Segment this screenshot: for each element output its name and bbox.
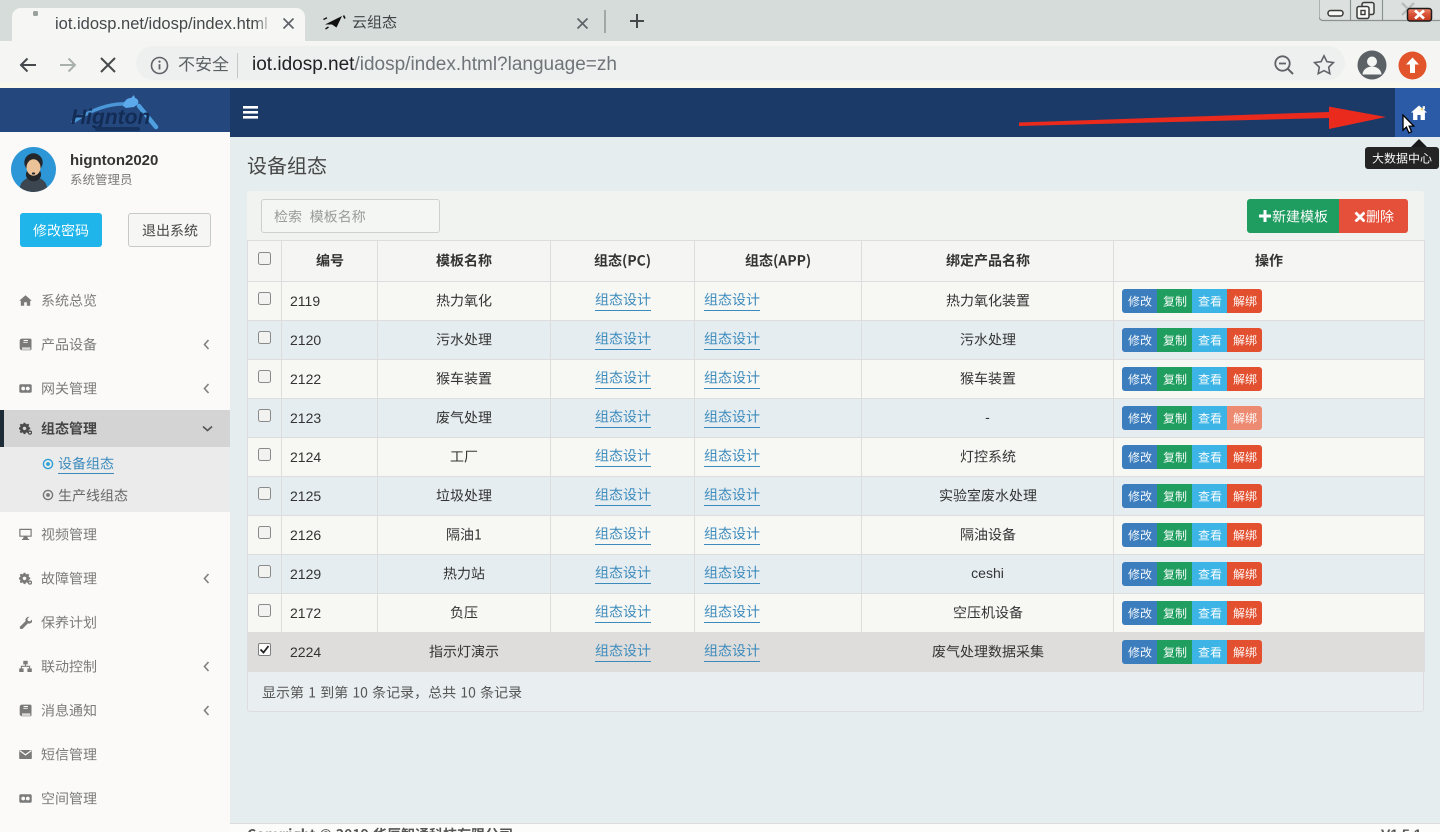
svg-text:Hignton: Hignton bbox=[71, 106, 150, 129]
